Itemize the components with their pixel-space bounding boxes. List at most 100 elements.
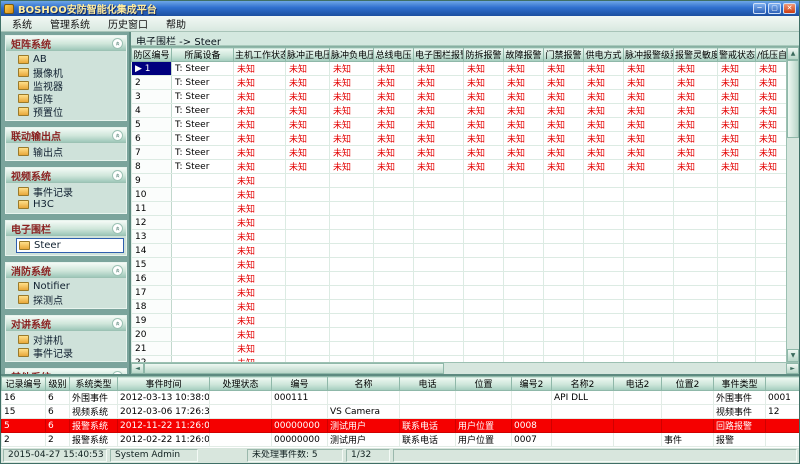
menu-item-1[interactable]: 系统 [3, 16, 41, 31]
event-column-header[interactable]: 记录编号 [2, 377, 46, 391]
zone-row[interactable]: 21未知 [132, 342, 787, 356]
menu-item-3[interactable]: 历史窗口 [99, 16, 157, 31]
zone-row[interactable]: 9未知 [132, 174, 787, 188]
zone-row[interactable]: 4T: Steer未知未知未知未知未知未知未知未知未知未知未知未知未知 [132, 104, 787, 118]
event-column-header[interactable]: 电话2 [614, 377, 662, 391]
zone-cell: 未知 [544, 90, 584, 104]
zone-row[interactable]: 11未知 [132, 202, 787, 216]
scroll-right-icon[interactable]: ► [786, 363, 799, 374]
event-column-header[interactable]: 级别 [46, 377, 70, 391]
zone-row[interactable]: 12未知 [132, 216, 787, 230]
sidebar-item-3-1[interactable]: 事件记录 [16, 185, 124, 198]
zone-column-header[interactable]: /低压自动切 [756, 48, 787, 62]
scroll-left-icon[interactable]: ◄ [131, 363, 144, 374]
zone-row[interactable]: 2T: Steer未知未知未知未知未知未知未知未知未知未知未知未知未知 [132, 76, 787, 90]
zone-row[interactable]: 3T: Steer未知未知未知未知未知未知未知未知未知未知未知未知未知 [132, 90, 787, 104]
sidebar-group-header[interactable]: 消防系统» [6, 263, 126, 278]
event-row[interactable]: 156视频系统2012-03-06 17:26:34VS Camera视频事件1… [2, 405, 800, 419]
collapse-chevron-icon[interactable]: » [112, 318, 123, 329]
sidebar-item-3-2[interactable]: H3C [16, 198, 124, 211]
vertical-scrollbar[interactable]: ▲ ▼ [786, 47, 799, 362]
zone-row[interactable]: 6T: Steer未知未知未知未知未知未知未知未知未知未知未知未知未知 [132, 132, 787, 146]
zone-column-header[interactable]: 所属设备 [172, 48, 234, 62]
zone-row[interactable]: ▶ 1T: Steer未知未知未知未知未知未知未知未知未知未知未知未知未知 [132, 62, 787, 76]
scrollbar-track[interactable] [787, 60, 799, 349]
sidebar-item-2-1[interactable]: 输出点 [16, 145, 124, 158]
hscrollbar-track[interactable] [144, 363, 786, 374]
zone-row[interactable]: 20未知 [132, 328, 787, 342]
zone-row[interactable]: 14未知 [132, 244, 787, 258]
event-column-header[interactable] [766, 377, 800, 391]
sidebar-item-6-1[interactable]: 对讲机 [16, 333, 124, 346]
zone-column-header[interactable]: 报警灵敏度 [674, 48, 718, 62]
zone-column-header[interactable]: 总线电压 [374, 48, 414, 62]
zone-column-header[interactable]: 防区编号 [132, 48, 172, 62]
event-column-header[interactable]: 事件时间 [118, 377, 210, 391]
close-button[interactable]: ✕ [783, 3, 796, 14]
event-column-header[interactable]: 编号2 [512, 377, 552, 391]
event-row[interactable]: 166外围事件2012-03-13 10:38:04000111API DLL外… [2, 391, 800, 405]
sidebar-item-5-1[interactable]: Notifier [16, 280, 124, 293]
event-column-header[interactable]: 位置 [456, 377, 512, 391]
sidebar-group-header[interactable]: 联动输出点» [6, 128, 126, 143]
hscrollbar-thumb[interactable] [144, 363, 444, 374]
zone-row[interactable]: 18未知 [132, 300, 787, 314]
sidebar-item-1-1[interactable]: AB [16, 53, 124, 66]
sidebar-item-1-2[interactable]: 摄像机 [16, 66, 124, 79]
zone-column-header[interactable]: 脉冲报警级别 [624, 48, 674, 62]
collapse-chevron-icon[interactable]: » [112, 38, 123, 49]
sidebar-group-header[interactable]: 视频系统» [6, 168, 126, 183]
event-column-header[interactable]: 位置2 [662, 377, 714, 391]
zone-cell [504, 300, 544, 314]
event-column-header[interactable]: 处理状态 [210, 377, 272, 391]
collapse-chevron-icon[interactable]: » [112, 265, 123, 276]
maximize-button[interactable]: ▢ [768, 3, 781, 14]
zone-row[interactable]: 10未知 [132, 188, 787, 202]
zone-column-header[interactable]: 防拆报警 [464, 48, 504, 62]
sidebar-group-header[interactable]: 对讲系统» [6, 316, 126, 331]
zone-row[interactable]: 19未知 [132, 314, 787, 328]
zone-column-header[interactable]: 供电方式 [584, 48, 624, 62]
sidebar-item-1-3[interactable]: 监视器 [16, 79, 124, 92]
minimize-button[interactable]: ─ [753, 3, 766, 14]
zone-row[interactable]: 13未知 [132, 230, 787, 244]
menu-item-4[interactable]: 帮助 [157, 16, 195, 31]
sidebar-item-1-5[interactable]: 预置位 [16, 105, 124, 118]
zone-column-header[interactable]: 脉冲负电压 [330, 48, 374, 62]
zone-column-header[interactable]: 主机工作状态 [234, 48, 286, 62]
sidebar-item-6-2[interactable]: 事件记录 [16, 346, 124, 359]
zone-row[interactable]: 5T: Steer未知未知未知未知未知未知未知未知未知未知未知未知未知 [132, 118, 787, 132]
event-column-header[interactable]: 名称2 [552, 377, 614, 391]
zone-row[interactable]: 16未知 [132, 272, 787, 286]
collapse-chevron-icon[interactable]: » [112, 170, 123, 181]
scroll-down-icon[interactable]: ▼ [787, 349, 799, 362]
event-column-header[interactable]: 系统类型 [70, 377, 118, 391]
sidebar-item-5-2[interactable]: 探测点 [16, 293, 124, 306]
horizontal-scrollbar[interactable]: ◄ ► [131, 362, 799, 374]
zone-row[interactable]: 8T: Steer未知未知未知未知未知未知未知未知未知未知未知未知未知 [132, 160, 787, 174]
zone-row[interactable]: 15未知 [132, 258, 787, 272]
zone-column-header[interactable]: 门禁报警 [544, 48, 584, 62]
collapse-chevron-icon[interactable]: » [112, 223, 123, 234]
zone-column-header[interactable]: 电子围栏报警 [414, 48, 464, 62]
zone-row[interactable]: 17未知 [132, 286, 787, 300]
sidebar-group-header[interactable]: 矩阵系统» [6, 36, 126, 51]
event-column-header[interactable]: 名称 [328, 377, 400, 391]
event-row[interactable]: 56报警系统2012-11-22 11:26:0200000000测试用户联系电… [2, 419, 800, 433]
event-column-header[interactable]: 电话 [400, 377, 456, 391]
event-column-header[interactable]: 事件类型 [714, 377, 766, 391]
zone-column-header[interactable]: 脉冲正电压 [286, 48, 330, 62]
zone-column-header[interactable]: 故障报警 [504, 48, 544, 62]
sidebar-group-header[interactable]: 电子围栏» [6, 221, 126, 236]
event-row[interactable]: 22报警系统2012-02-22 11:26:0200000000测试用户联系电… [2, 433, 800, 447]
collapse-chevron-icon[interactable]: » [112, 371, 123, 375]
menu-item-2[interactable]: 管理系统 [41, 16, 99, 31]
zone-column-header[interactable]: 警戒状态 [718, 48, 756, 62]
collapse-chevron-icon[interactable]: » [112, 130, 123, 141]
sidebar-item-1-4[interactable]: 矩阵 [16, 92, 124, 105]
event-column-header[interactable]: 编号 [272, 377, 328, 391]
sidebar-item-4-1[interactable]: Steer [16, 238, 124, 253]
scrollbar-thumb[interactable] [787, 60, 799, 138]
zone-row[interactable]: 7T: Steer未知未知未知未知未知未知未知未知未知未知未知未知未知 [132, 146, 787, 160]
scroll-up-icon[interactable]: ▲ [787, 47, 799, 60]
